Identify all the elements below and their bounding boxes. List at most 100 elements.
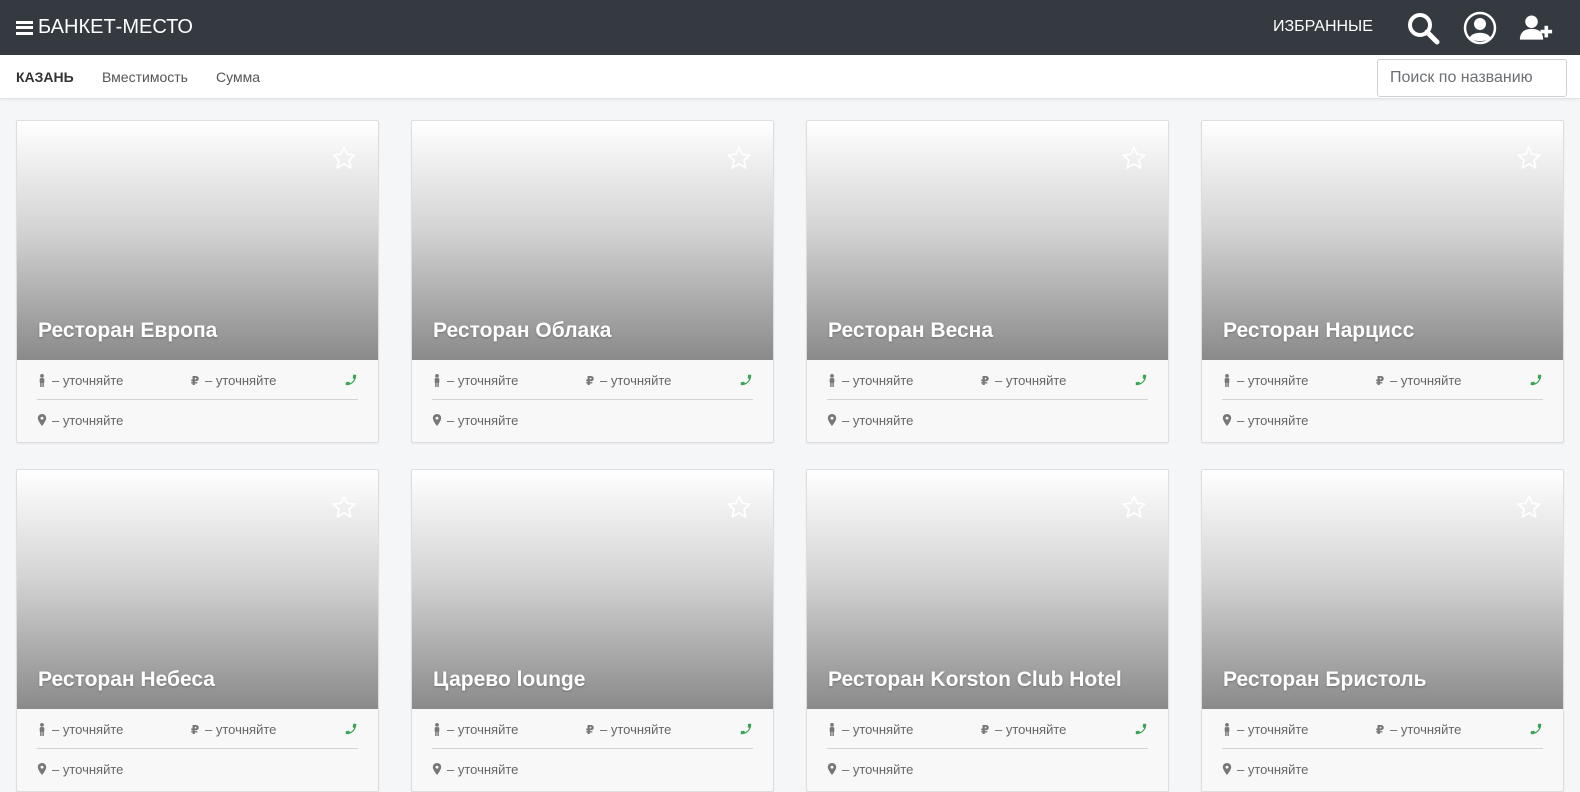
ruble-icon: ₽ [980,722,990,737]
venue-title[interactable]: Царево lounge [433,668,585,692]
favorite-star-icon[interactable] [331,145,357,171]
phone-icon[interactable] [1529,722,1543,736]
price-info: ₽ – уточняйте [1375,722,1462,737]
phone-icon[interactable] [1134,373,1148,387]
capacity-value: – уточняйте [1237,373,1309,388]
venue-info-row: – уточняйте ₽ – уточняйте [432,360,753,400]
address-value: – уточняйте [52,762,124,777]
person-icon [434,723,440,736]
venue-info-row: – уточняйте ₽ – уточняйте [827,709,1148,749]
capacity-info: – уточняйте [37,373,123,388]
venue-card[interactable]: Ресторан Облака – уточняйте ₽ – уточняйт… [411,120,774,443]
venue-grid: Ресторан Европа – уточняйте ₽ – уточняйт… [16,120,1566,792]
brand-logo-link[interactable]: БАНКЕТ-МЕСТО [16,16,193,39]
venue-card[interactable]: Ресторан Европа – уточняйте ₽ – уточняйт… [16,120,379,443]
capacity-value: – уточняйте [842,722,914,737]
venue-address-row: – уточняйте [827,400,1148,440]
favorite-star-icon[interactable] [1516,494,1542,520]
ruble-icon: ₽ [1375,373,1385,388]
favorite-star-icon[interactable] [726,494,752,520]
capacity-info: – уточняйте [827,722,913,737]
price-info: ₽ – уточняйте [980,373,1067,388]
favorite-star-icon[interactable] [726,145,752,171]
venue-title[interactable]: Ресторан Небеса [38,668,215,692]
capacity-filter[interactable]: Вместимость [102,69,188,85]
venue-title[interactable]: Ресторан Облака [433,319,611,343]
price-value: – уточняйте [600,373,672,388]
venue-card[interactable]: Ресторан Нарцисс – уточняйте ₽ – уточняй… [1201,120,1564,443]
price-value: – уточняйте [205,373,277,388]
capacity-info: – уточняйте [1222,373,1308,388]
venue-address-row: – уточняйте [432,400,753,440]
price-value: – уточняйте [995,373,1067,388]
venue-title[interactable]: Ресторан Весна [828,319,993,343]
address-info: – уточняйте [37,413,123,428]
venue-address-row: – уточняйте [37,400,358,440]
add-user-icon[interactable] [1519,11,1553,45]
venue-card[interactable]: Ресторан Небеса – уточняйте ₽ – уточняйт… [16,469,379,792]
ruble-icon: ₽ [190,722,200,737]
venue-address-row: – уточняйте [432,749,753,789]
ruble-icon: ₽ [1375,722,1385,737]
map-marker-icon [827,763,837,776]
price-info: ₽ – уточняйте [190,373,277,388]
ruble-icon: ₽ [980,373,990,388]
person-icon [829,374,835,387]
venue-card[interactable]: Ресторан Korston Club Hotel – уточняйте … [806,469,1169,792]
person-icon [39,723,45,736]
venue-info-row: – уточняйте ₽ – уточняйте [1222,360,1543,400]
phone-icon[interactable] [344,373,358,387]
venue-card[interactable]: Ресторан Бристоль – уточняйте ₽ – уточня… [1201,469,1564,792]
capacity-value: – уточняйте [52,373,124,388]
address-info: – уточняйте [827,762,913,777]
venue-address-row: – уточняйте [1222,749,1543,789]
person-icon [829,723,835,736]
favorite-star-icon[interactable] [1516,145,1542,171]
favorites-link[interactable]: ИЗБРАННЫЕ [1273,18,1373,36]
venue-info-row: – уточняйте ₽ – уточняйте [37,709,358,749]
ruble-icon: ₽ [190,373,200,388]
venue-title[interactable]: Ресторан Korston Club Hotel [828,668,1122,692]
favorite-star-icon[interactable] [1121,494,1147,520]
map-marker-icon [1222,763,1232,776]
venue-title[interactable]: Ресторан Бристоль [1223,668,1427,692]
map-marker-icon [1222,414,1232,427]
venue-address-row: – уточняйте [827,749,1148,789]
address-info: – уточняйте [1222,762,1308,777]
top-navbar: БАНКЕТ-МЕСТО ИЗБРАННЫЕ [0,0,1580,55]
phone-icon[interactable] [344,722,358,736]
venue-title[interactable]: Ресторан Нарцисс [1223,319,1414,343]
address-value: – уточняйте [1237,762,1309,777]
address-value: – уточняйте [1237,413,1309,428]
price-value: – уточняйте [600,722,672,737]
city-filter[interactable]: КАЗАНЬ [16,69,74,85]
venue-info-row: – уточняйте ₽ – уточняйте [432,709,753,749]
capacity-value: – уточняйте [447,722,519,737]
favorite-star-icon[interactable] [331,494,357,520]
venue-card[interactable]: Царево lounge – уточняйте ₽ – уточняйте [411,469,774,792]
user-icon[interactable] [1463,11,1497,45]
phone-icon[interactable] [739,722,753,736]
phone-icon[interactable] [1134,722,1148,736]
address-value: – уточняйте [447,762,519,777]
favorite-star-icon[interactable] [1121,145,1147,171]
venue-address-row: – уточняйте [1222,400,1543,440]
address-value: – уточняйте [447,413,519,428]
phone-icon[interactable] [739,373,753,387]
map-marker-icon [37,414,47,427]
ruble-icon: ₽ [585,373,595,388]
search-by-name-input[interactable] [1377,59,1567,97]
venue-address-row: – уточняйте [37,749,358,789]
capacity-info: – уточняйте [37,722,123,737]
capacity-info: – уточняйте [827,373,913,388]
price-info: ₽ – уточняйте [585,373,672,388]
ruble-icon: ₽ [585,722,595,737]
venue-title[interactable]: Ресторан Европа [38,319,217,343]
search-icon[interactable] [1406,11,1440,45]
price-value: – уточняйте [205,722,277,737]
phone-icon[interactable] [1529,373,1543,387]
menu-icon[interactable] [16,20,33,35]
venue-card[interactable]: Ресторан Весна – уточняйте ₽ – уточняйте [806,120,1169,443]
price-info: ₽ – уточняйте [190,722,277,737]
sum-filter[interactable]: Сумма [216,69,260,85]
